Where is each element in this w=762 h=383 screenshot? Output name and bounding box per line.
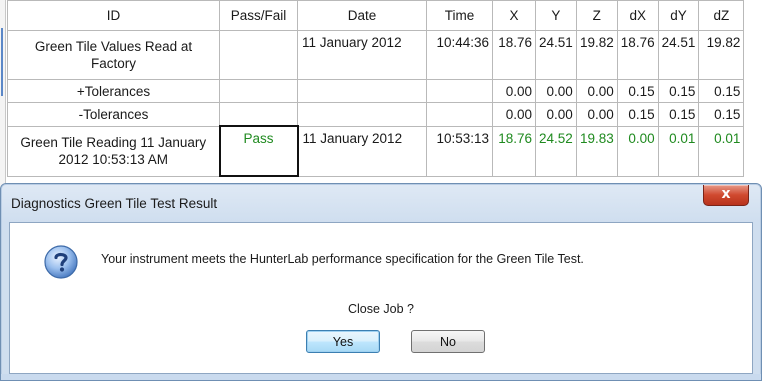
cell-dy[interactable]: 0.15: [657, 79, 700, 103]
cell-time[interactable]: [426, 102, 493, 127]
cell-z[interactable]: 19.82: [575, 30, 618, 80]
cell-z[interactable]: 0.00: [575, 102, 618, 127]
cell-dz[interactable]: 19.82: [698, 30, 745, 80]
cell-pass-fail[interactable]: Pass: [218, 125, 299, 177]
cell-time[interactable]: 10:44:36: [426, 30, 493, 80]
grid-header-row: ID Pass/Fail Date Time X Y Z dX dY dZ: [7, 0, 745, 31]
cell-z[interactable]: 19.83: [575, 125, 618, 177]
col-header-dx[interactable]: dX: [616, 0, 659, 31]
cell-x[interactable]: 18.76: [492, 125, 536, 177]
cell-time[interactable]: [426, 79, 493, 103]
yes-button[interactable]: Yes: [306, 330, 380, 353]
cell-x[interactable]: 0.00: [492, 102, 536, 127]
no-button[interactable]: No: [411, 330, 485, 353]
cell-x[interactable]: 18.76: [492, 30, 536, 80]
results-grid: ID Pass/Fail Date Time X Y Z dX dY dZ Gr…: [7, 0, 745, 177]
table-row[interactable]: Green Tile Values Read at Factory 11 Jan…: [7, 30, 745, 80]
col-header-z[interactable]: Z: [575, 0, 618, 31]
cell-dz[interactable]: 0.15: [698, 102, 745, 127]
col-header-time[interactable]: Time: [426, 0, 493, 31]
cell-date[interactable]: 11 January 2012: [297, 30, 427, 80]
cell-pass-fail[interactable]: [219, 79, 298, 103]
cell-pass-fail[interactable]: [219, 30, 298, 80]
cell-dx[interactable]: 0.15: [616, 79, 659, 103]
cell-dy[interactable]: 0.15: [657, 102, 700, 127]
cell-y[interactable]: 24.51: [535, 30, 577, 80]
col-header-pass-fail[interactable]: Pass/Fail: [219, 0, 298, 31]
col-header-y[interactable]: Y: [535, 0, 577, 31]
cell-id[interactable]: +Tolerances: [7, 79, 220, 103]
col-header-x[interactable]: X: [492, 0, 536, 31]
col-header-date[interactable]: Date: [297, 0, 427, 31]
table-row[interactable]: Green Tile Reading 11 January 2012 10:53…: [7, 125, 745, 177]
cell-pass-fail[interactable]: [219, 102, 298, 127]
cell-id[interactable]: Green Tile Reading 11 January 2012 10:53…: [7, 125, 220, 177]
col-header-id[interactable]: ID: [7, 0, 220, 31]
results-grid-container: ID Pass/Fail Date Time X Y Z dX dY dZ Gr…: [0, 0, 762, 190]
left-scroll-strip: [0, 0, 6, 190]
table-row[interactable]: -Tolerances 0.00 0.00 0.00 0.15 0.15 0.1…: [7, 102, 745, 127]
cell-date[interactable]: [297, 102, 427, 127]
cell-dz[interactable]: 0.15: [698, 79, 745, 103]
close-button[interactable]: x: [703, 185, 749, 206]
col-header-dy[interactable]: dY: [657, 0, 700, 31]
cell-dy[interactable]: 24.51: [657, 30, 700, 80]
cell-time[interactable]: 10:53:13: [426, 125, 493, 177]
table-row[interactable]: +Tolerances 0.00 0.00 0.00 0.15 0.15 0.1…: [7, 79, 745, 103]
dialog-bottom-border: [1, 374, 761, 380]
cell-y[interactable]: 0.00: [535, 102, 577, 127]
dialog-titlebar[interactable]: Diagnostics Green Tile Test Result x: [1, 184, 761, 222]
cell-date[interactable]: 11 January 2012: [297, 125, 427, 177]
cell-z[interactable]: 0.00: [575, 79, 618, 103]
cell-id[interactable]: -Tolerances: [7, 102, 220, 127]
cell-dz[interactable]: 0.01: [698, 125, 745, 177]
cell-dy[interactable]: 0.01: [657, 125, 700, 177]
col-header-dz[interactable]: dZ: [698, 0, 745, 31]
cell-dx[interactable]: 0.15: [616, 102, 659, 127]
cell-y[interactable]: 24.52: [535, 125, 577, 177]
dialog-body: Your instrument meets the HunterLab perf…: [9, 222, 753, 374]
cell-x[interactable]: 0.00: [492, 79, 536, 103]
cell-date[interactable]: [297, 79, 427, 103]
close-icon: x: [721, 186, 731, 202]
cell-y[interactable]: 0.00: [535, 79, 577, 103]
question-icon: [44, 245, 78, 279]
cell-dx[interactable]: 0.00: [616, 125, 659, 177]
cell-dx[interactable]: 18.76: [616, 30, 659, 80]
dialog-message: Your instrument meets the HunterLab perf…: [101, 252, 584, 266]
dialog-title: Diagnostics Green Tile Test Result: [11, 196, 218, 211]
result-dialog: Diagnostics Green Tile Test Result x You…: [0, 183, 762, 381]
dialog-prompt: Close Job ?: [347, 302, 414, 316]
cell-id[interactable]: Green Tile Values Read at Factory: [7, 30, 220, 80]
app-window: ID Pass/Fail Date Time X Y Z dX dY dZ Gr…: [0, 0, 762, 383]
